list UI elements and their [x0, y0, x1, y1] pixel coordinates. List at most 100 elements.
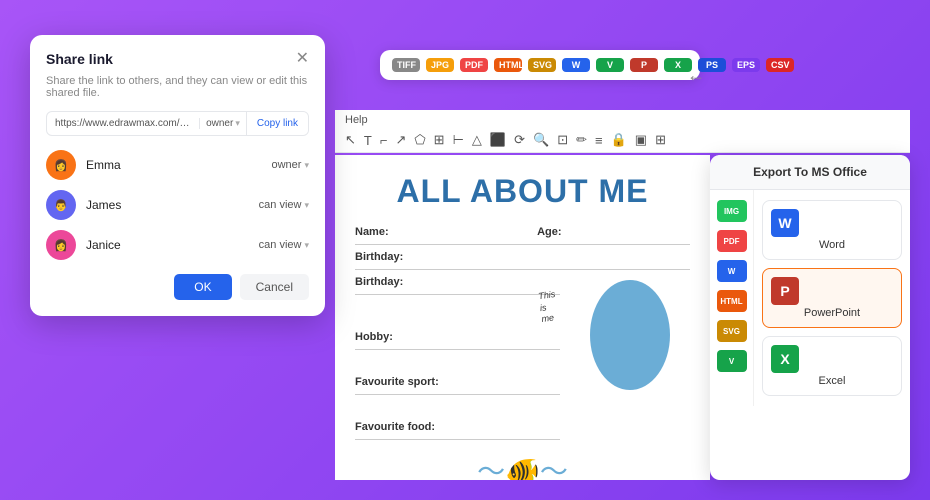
format-word[interactable]: W — [562, 58, 590, 72]
format-pdf[interactable]: PDF — [460, 58, 488, 72]
export-option-excel[interactable]: X Excel — [762, 336, 902, 396]
chevron-down-icon: ▾ — [304, 240, 309, 251]
user-name-janice: Janice — [86, 238, 259, 252]
export-panel: Export To MS Office IMG PDF W HTML SVG V… — [710, 155, 910, 480]
user-name-james: James — [86, 198, 259, 212]
canvas-content: ALL ABOUT ME Name: Age: Birthday: Birthd… — [335, 155, 710, 480]
user-row-james: 👨 James can view ▾ — [46, 190, 309, 220]
canvas-title: ALL ABOUT ME — [335, 155, 710, 220]
help-label: Help — [345, 114, 368, 126]
link-owner-tag[interactable]: owner ▾ — [199, 118, 246, 129]
user-row-janice: 👩 Janice can view ▾ — [46, 230, 309, 260]
sport-label: Favourite sport: — [355, 376, 439, 388]
chevron-down-icon: ▾ — [235, 118, 240, 129]
user-role-emma[interactable]: owner ▾ — [272, 159, 310, 171]
share-dialog: Share link ✕ Share the link to others, a… — [30, 35, 325, 316]
tool-bar: ↖ T ⌐ ↗ ⬠ ⊞ ⊢ △ ⬛ ⟳ 🔍 ⊡ ✏ ≡ 🔒 ▣ ⊞ — [335, 128, 910, 153]
worksheet-row-sport: Favourite sport: — [355, 370, 560, 395]
chevron-down-icon: ▾ — [304, 200, 309, 211]
user-role-janice[interactable]: can view ▾ — [259, 239, 309, 251]
export-mini-word[interactable]: W — [717, 260, 747, 282]
export-panel-header: Export To MS Office — [710, 155, 910, 190]
link-url: https://www.edrawmax.com/online/fil — [47, 112, 199, 135]
export-left-icons: IMG PDF W HTML SVG V — [710, 190, 754, 406]
chevron-down-icon: ▾ — [304, 160, 309, 171]
line-icon[interactable]: ⊢ — [453, 132, 464, 148]
crop-icon[interactable]: ⊡ — [557, 132, 568, 148]
format-csv[interactable]: CSV — [766, 58, 794, 72]
arrow-icon[interactable]: ↗ — [395, 132, 406, 148]
shape-icon[interactable]: ⬠ — [414, 132, 425, 148]
format-toolbar: TIFF JPG PDF HTML SVG W V P X PS EPS CSV — [380, 50, 700, 80]
dialog-subtitle: Share the link to others, and they can v… — [46, 75, 309, 99]
format-html[interactable]: HTML — [494, 58, 522, 72]
arrow-indicator: ← — [687, 65, 705, 86]
export-mini-img[interactable]: IMG — [717, 200, 747, 222]
close-icon[interactable]: ✕ — [296, 51, 309, 67]
word-label: Word — [771, 239, 893, 251]
frame-icon[interactable]: ▣ — [635, 132, 647, 148]
connector-icon[interactable]: ⟳ — [514, 132, 525, 148]
export-mini-visio[interactable]: V — [717, 350, 747, 372]
powerpoint-logo: P — [771, 277, 799, 305]
user-name-emma: Emma — [86, 158, 272, 172]
avatar-james: 👨 — [46, 190, 76, 220]
food-label: Favourite food: — [355, 421, 435, 433]
owner-label: owner — [206, 118, 233, 129]
powerpoint-label: PowerPoint — [771, 307, 893, 319]
export-panel-body: IMG PDF W HTML SVG V W Word P PowerPoint — [710, 190, 910, 406]
excel-label: Excel — [771, 375, 893, 387]
excel-logo: X — [771, 345, 799, 373]
zoom-icon[interactable]: 🔍 — [533, 132, 549, 148]
format-jpg[interactable]: JPG — [426, 58, 454, 72]
copy-link-button[interactable]: Copy link — [246, 112, 308, 135]
qr-icon[interactable]: ⊞ — [655, 132, 666, 148]
birthday-label: Birthday: — [355, 251, 403, 263]
dialog-actions: OK Cancel — [46, 274, 309, 300]
oval-avatar — [590, 280, 670, 390]
word-icon: W — [771, 209, 893, 237]
dialog-title: Share link — [46, 51, 113, 67]
export-option-powerpoint[interactable]: P PowerPoint — [762, 268, 902, 328]
export-right-grid: W Word P PowerPoint X Excel — [754, 190, 910, 406]
export-option-word[interactable]: W Word — [762, 200, 902, 260]
format-ppt[interactable]: P — [630, 58, 658, 72]
birthday2-label: Birthday: — [355, 276, 403, 288]
format-eps[interactable]: EPS — [732, 58, 760, 72]
worksheet-row-food: Favourite food: — [355, 415, 560, 440]
pen-icon[interactable]: ✏ — [576, 132, 587, 148]
avatar-emma: 👩 — [46, 150, 76, 180]
worksheet-row-birthday1: Birthday: — [355, 245, 690, 270]
corner-icon[interactable]: ⌐ — [380, 133, 388, 148]
decoration-wave: 〜🐠〜 — [355, 450, 690, 480]
cancel-button[interactable]: Cancel — [240, 274, 309, 300]
excel-icon: X — [771, 345, 893, 373]
format-visio[interactable]: V — [596, 58, 624, 72]
triangle-icon[interactable]: △ — [472, 132, 482, 148]
export-mini-pdf[interactable]: PDF — [717, 230, 747, 252]
table-icon[interactable]: ⊞ — [434, 132, 445, 148]
grid-icon[interactable]: ≡ — [595, 133, 603, 148]
export-mini-html[interactable]: HTML — [717, 290, 747, 312]
dialog-header: Share link ✕ — [46, 51, 309, 67]
export-mini-svg[interactable]: SVG — [717, 320, 747, 342]
avatar-janice: 👩 — [46, 230, 76, 260]
hobby-label: Hobby: — [355, 331, 393, 343]
fill-icon[interactable]: ⬛ — [490, 132, 506, 148]
link-row: https://www.edrawmax.com/online/fil owne… — [46, 111, 309, 136]
text-icon[interactable]: T — [364, 133, 372, 148]
lock-icon[interactable]: 🔒 — [611, 132, 627, 148]
worksheet-row-name-age: Name: Age: — [355, 220, 690, 245]
age-label: Age: — [537, 226, 561, 238]
powerpoint-icon: P — [771, 277, 893, 305]
ok-button[interactable]: OK — [174, 274, 231, 300]
format-svg[interactable]: SVG — [528, 58, 556, 72]
format-tiff[interactable]: TIFF — [392, 58, 420, 72]
word-logo: W — [771, 209, 799, 237]
name-label: Name: — [355, 226, 389, 238]
cursor-icon[interactable]: ↖ — [345, 132, 356, 148]
worksheet-row-hobby: Hobby: — [355, 325, 560, 350]
worksheet-row-birthday2: Birthday: — [355, 270, 560, 295]
user-row-emma: 👩 Emma owner ▾ — [46, 150, 309, 180]
user-role-james[interactable]: can view ▾ — [259, 199, 309, 211]
